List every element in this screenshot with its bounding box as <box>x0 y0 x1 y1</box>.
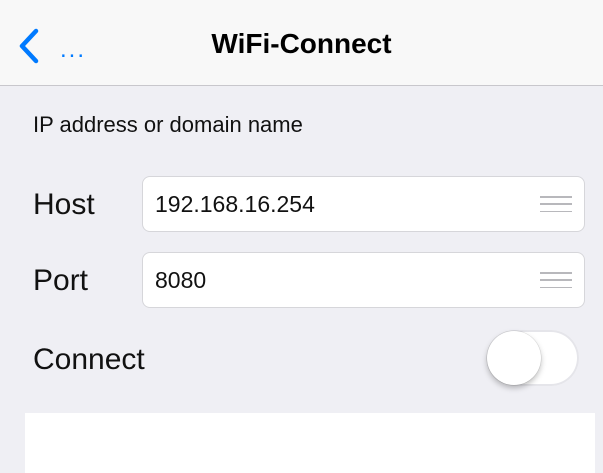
connect-toggle[interactable] <box>486 330 579 386</box>
navigation-bar: ... WiFi-Connect <box>0 0 603 86</box>
port-field <box>142 252 585 308</box>
output-panel <box>25 413 595 473</box>
toggle-knob <box>487 331 541 385</box>
host-field <box>142 176 585 232</box>
drag-handle-icon[interactable] <box>540 272 572 288</box>
drag-handle-icon[interactable] <box>540 196 572 212</box>
host-input[interactable] <box>155 177 515 231</box>
host-label: Host <box>33 188 95 221</box>
section-header: IP address or domain name <box>33 112 303 137</box>
page-title: WiFi-Connect <box>211 28 392 59</box>
connect-label: Connect <box>33 343 145 376</box>
port-label: Port <box>33 264 89 297</box>
port-input[interactable] <box>155 253 515 307</box>
